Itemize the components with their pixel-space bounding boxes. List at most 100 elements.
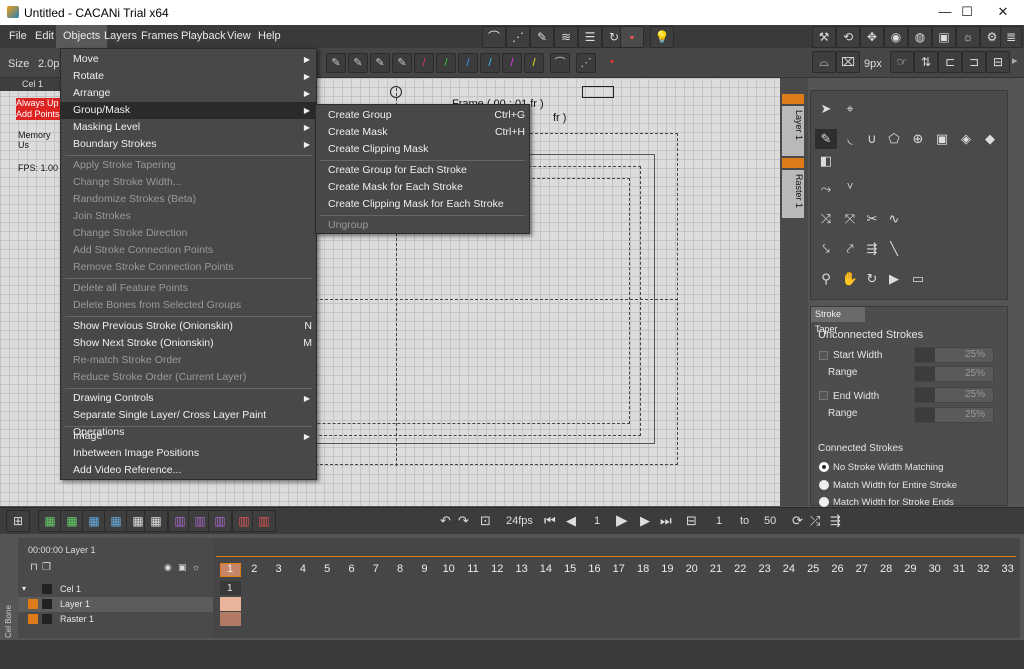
lock-icon[interactable]: ⊓ (30, 562, 38, 573)
transform-icon[interactable]: ⤳ (815, 179, 837, 199)
first-frame-icon[interactable]: ⏮ (544, 513, 556, 529)
start-width-slider[interactable]: 25% (914, 347, 994, 363)
red-pen-icon[interactable]: / (414, 53, 434, 73)
frame-number[interactable]: 30 (923, 563, 947, 575)
tab-raster1[interactable]: Raster 1 (782, 170, 804, 218)
pencil-icon[interactable]: ✎ (815, 129, 837, 149)
copy-cel-b-icon[interactable]: ▦ (104, 510, 128, 532)
align-c-icon[interactable]: ⊟ (986, 51, 1010, 73)
close-button[interactable]: ✕ (980, 4, 1024, 21)
bulb-icon[interactable]: ☼ (956, 26, 980, 48)
bucket-icon[interactable]: ◧ (815, 151, 837, 171)
layer-row-layer1[interactable]: Layer 1 (18, 597, 213, 612)
layer1-frame-1[interactable] (220, 597, 241, 611)
prev-frame-icon[interactable]: ◀ (566, 513, 576, 529)
menu-item-arrange[interactable]: Arrange ▶ (61, 85, 316, 102)
box-icon[interactable]: ▣ (931, 129, 953, 149)
frame-number[interactable]: 28 (874, 563, 898, 575)
loop-icon[interactable]: ⊟ (686, 513, 697, 529)
zoom-icon[interactable]: ⚲ (815, 269, 837, 289)
light-icon[interactable]: ☼ (192, 562, 200, 572)
menu-item-boundary-strokes[interactable]: Boundary Strokes ▶ (61, 136, 316, 153)
color-swatch-icon[interactable]: ▪ (620, 26, 644, 48)
frame-number[interactable]: 17 (607, 563, 631, 575)
pan-hand-icon[interactable]: ✋ (839, 269, 861, 289)
menu-item-show-next-stroke-onionskin[interactable]: Show Next Stroke (Onionskin) M (61, 335, 316, 352)
frame-number[interactable]: 33 (996, 563, 1020, 575)
layers-icon[interactable]: ☰ (578, 26, 602, 48)
arc-icon[interactable]: ◟ (839, 129, 861, 149)
rotate-view-icon[interactable]: ↻ (861, 269, 883, 289)
polygon-icon[interactable]: ⬠ (883, 129, 905, 149)
frame-number[interactable]: 4 (291, 563, 315, 575)
range1-slider[interactable]: 25% (914, 366, 994, 382)
frame-number[interactable]: 19 (655, 563, 679, 575)
palette-icon[interactable]: ◉ (884, 26, 908, 48)
radio-no-matching[interactable] (819, 462, 829, 472)
frame-number[interactable]: 5 (315, 563, 339, 575)
magnet-icon[interactable]: ∪ (861, 129, 883, 149)
paint-a-icon[interactable]: ⤥ (815, 239, 837, 259)
menu-item-image[interactable]: Image ▶ (61, 428, 316, 445)
dash-icon[interactable]: ⋰ (576, 53, 596, 73)
frame-number[interactable]: 31 (947, 563, 971, 575)
lock-all-icon[interactable]: ▣ (178, 562, 187, 573)
play-icon[interactable]: ▶ (616, 511, 628, 529)
menu-item-add-video-reference[interactable]: Add Video Reference... (61, 462, 316, 479)
menu-item-masking-level[interactable]: Masking Level ▶ (61, 119, 316, 136)
frame-number[interactable]: 10 (437, 563, 461, 575)
edit-stroke-icon[interactable]: ✎ (530, 26, 554, 48)
frame-number[interactable]: 7 (364, 563, 388, 575)
frame-number[interactable]: 22 (728, 563, 752, 575)
frame-number[interactable]: 9 (412, 563, 436, 575)
tool-b-icon[interactable]: ⟲ (836, 26, 860, 48)
redo-icon[interactable]: ↷ (458, 513, 469, 529)
refresh-icon[interactable]: ⟳ (792, 513, 803, 529)
frame-number[interactable]: 32 (971, 563, 995, 575)
cut-icon[interactable]: ✂ (861, 209, 883, 229)
tab-layer1[interactable]: Layer 1 (782, 106, 804, 156)
frame-number[interactable]: 27 (850, 563, 874, 575)
pin-icon[interactable]: ⊕ (907, 129, 929, 149)
radio-stroke-ends[interactable] (819, 497, 829, 507)
tab-stroke-taper[interactable]: Stroke Taper (811, 307, 865, 334)
frame-number[interactable]: 29 (898, 563, 922, 575)
blue-pen-icon[interactable]: / (458, 53, 478, 73)
bars-c-icon[interactable]: ▥ (208, 510, 232, 532)
pencil-tool-icon[interactable]: ✎ (326, 53, 346, 73)
menu-item-show-previous-stroke-onionskin[interactable]: Show Previous Stroke (Onionskin) N (61, 318, 316, 335)
forward-icon[interactable]: ⇶ (830, 513, 841, 529)
stroke-tool-icon[interactable]: ⌒ (482, 26, 506, 48)
menu-item-rotate[interactable]: Rotate ▶ (61, 68, 316, 85)
frame-number[interactable]: 11 (461, 563, 485, 575)
line-icon[interactable]: ╲ (883, 239, 905, 259)
fps-value[interactable]: 24fps (506, 515, 533, 527)
menu-item-drawing-controls[interactable]: Drawing Controls ▶ (61, 390, 316, 407)
brush-d-icon[interactable]: ✎ (392, 53, 412, 73)
yellow-pen-icon[interactable]: / (524, 53, 544, 73)
menu-item-inbetween-image-positions[interactable]: Inbetween Image Positions (61, 445, 316, 462)
camera-icon[interactable]: ▶ (883, 269, 905, 289)
frame-number[interactable]: 18 (631, 563, 655, 575)
frame-number[interactable]: 26 (826, 563, 850, 575)
layer-row-cel1[interactable]: ▾ Cel 1 (18, 582, 213, 597)
paint-c-icon[interactable]: ⇶ (861, 239, 883, 259)
frame-number[interactable]: 8 (388, 563, 412, 575)
cel-b-icon[interactable]: ▦ (144, 510, 168, 532)
brush-size-value[interactable]: 9px (864, 58, 882, 70)
more-icon[interactable]: ▸ (1012, 54, 1018, 67)
frame-number[interactable]: 23 (753, 563, 777, 575)
current-frame[interactable]: 1 (594, 515, 600, 527)
brush-b-icon[interactable]: ✎ (348, 53, 368, 73)
cyan-pen-icon[interactable]: / (480, 53, 500, 73)
range2-slider[interactable]: 25% (914, 407, 994, 423)
range-to[interactable]: 50 (764, 515, 776, 527)
raster1-frame-1[interactable] (220, 612, 241, 626)
end-width-checkbox[interactable] (819, 391, 828, 400)
tab-cel-bone[interactable]: Cel Bone (4, 598, 17, 638)
menu-item-group-mask[interactable]: Group/Mask ▶ (61, 102, 316, 119)
screen-fit-icon[interactable]: ⊡ (480, 513, 491, 529)
paint-b-icon[interactable]: ⤤ (839, 239, 861, 259)
frame-number[interactable]: 16 (583, 563, 607, 575)
submenu-item-create-mask[interactable]: Create Mask Ctrl+H (316, 124, 529, 141)
